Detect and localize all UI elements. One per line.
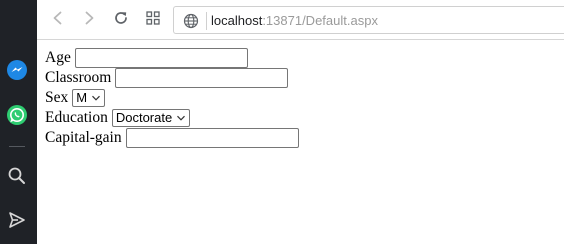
side-panel: [0, 0, 37, 244]
globe-icon: [183, 13, 199, 29]
classroom-input[interactable]: [115, 68, 289, 88]
grid-icon: [146, 10, 160, 30]
sex-row: Sex M: [45, 88, 106, 108]
sex-label: Sex: [45, 89, 69, 106]
education-select[interactable]: Doctorate: [111, 109, 191, 127]
classroom-label: Classroom: [45, 69, 112, 86]
chevron-down-icon: [176, 113, 186, 123]
reload-button[interactable]: [109, 8, 133, 32]
education-select-value: Doctorate: [115, 110, 173, 125]
classroom-row: Classroom: [45, 68, 289, 88]
capital-gain-row: Capital-gain: [45, 128, 299, 148]
forward-button[interactable]: [77, 8, 101, 32]
messenger-icon[interactable]: [5, 58, 29, 82]
chevron-down-icon: [91, 93, 101, 103]
url-path: :13871/Default.aspx: [262, 13, 378, 28]
whatsapp-icon[interactable]: [5, 103, 29, 127]
reload-icon: [113, 10, 129, 31]
send-icon[interactable]: [5, 208, 29, 232]
url-host: localhost: [211, 13, 263, 28]
capital-gain-label: Capital-gain: [45, 129, 122, 146]
education-row: Education Doctorate: [45, 108, 191, 128]
sex-select[interactable]: M: [72, 89, 106, 107]
age-label: Age: [45, 49, 71, 66]
tabs-grid-button[interactable]: [141, 8, 165, 32]
education-label: Education: [45, 109, 108, 126]
browser-window: localhost:13871/Default.aspx Age Classro…: [0, 0, 564, 244]
search-icon[interactable]: [5, 164, 29, 188]
side-divider: [9, 146, 25, 147]
age-input[interactable]: [74, 48, 248, 68]
browser-toolbar: localhost:13871/Default.aspx: [37, 0, 564, 40]
age-row: Age: [45, 48, 248, 68]
capital-gain-input[interactable]: [125, 128, 299, 148]
back-button[interactable]: [46, 8, 70, 32]
chevron-right-icon: [82, 11, 96, 30]
address-separator: [206, 12, 207, 30]
url-text: localhost:13871/Default.aspx: [211, 13, 378, 29]
sex-select-value: M: [76, 90, 88, 105]
chevron-left-icon: [51, 11, 65, 30]
address-bar[interactable]: localhost:13871/Default.aspx: [173, 6, 564, 34]
